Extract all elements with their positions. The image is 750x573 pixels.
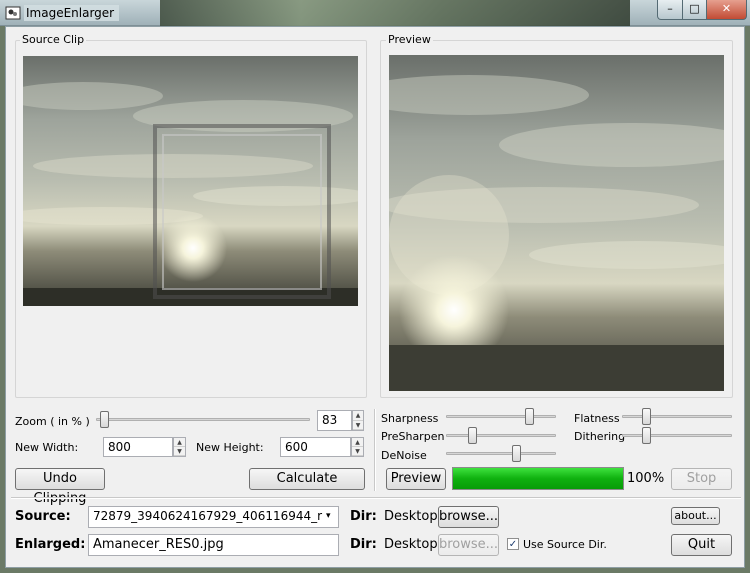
presharpen-slider-thumb[interactable] [468, 427, 478, 444]
denoise-slider-thumb[interactable] [511, 445, 521, 462]
source-combobox-value: 72879_3940624167929_406116944_r [93, 509, 323, 523]
maximize-icon: □ [689, 2, 700, 15]
source-dir-label: Dir: [350, 509, 377, 524]
spin-up-icon[interactable]: ▲ [174, 438, 185, 447]
minimize-button[interactable]: – [657, 0, 683, 20]
zoom-slider-track[interactable] [96, 418, 310, 421]
horizontal-separator [11, 497, 741, 499]
maximize-button[interactable]: □ [682, 0, 707, 20]
desktop-background-strip [160, 0, 630, 26]
progress-bar [452, 467, 624, 490]
progress-percent: 100% [627, 471, 665, 486]
new-width-spin-arrows[interactable]: ▲ ▼ [173, 437, 186, 457]
undo-clipping-button[interactable]: Undo Clipping [15, 468, 105, 506]
preview-image [389, 55, 724, 391]
enlarged-label: Enlarged: [15, 537, 86, 552]
zoom-spin-arrows[interactable]: ▲ ▼ [352, 410, 364, 431]
quit-button[interactable]: Quit [671, 534, 732, 556]
sharpness-slider-track[interactable] [446, 415, 556, 418]
spin-down-icon[interactable]: ▼ [352, 447, 363, 456]
presharpen-label: PreSharpen [381, 430, 445, 443]
preview-label: Preview [386, 33, 433, 46]
window-title: ImageEnlarger [24, 5, 120, 21]
new-width-label: New Width: [15, 441, 79, 454]
minimize-icon: – [667, 2, 673, 15]
dithering-label: Dithering [574, 430, 626, 443]
spin-down-icon[interactable]: ▼ [353, 421, 363, 430]
source-dir-value: Desktop [384, 509, 438, 524]
flatness-slider-thumb[interactable] [642, 408, 652, 425]
sharpness-label: Sharpness [381, 412, 439, 425]
new-height-spin-arrows[interactable]: ▲ ▼ [351, 437, 364, 457]
browse-source-button[interactable]: browse... [438, 506, 499, 528]
use-source-dir-label: Use Source Dir. [523, 538, 607, 551]
spin-up-icon[interactable]: ▲ [352, 438, 363, 447]
progress-bar-fill [453, 468, 623, 489]
checkbox-check-icon: ✓ [508, 539, 518, 550]
denoise-label: DeNoise [381, 449, 427, 462]
dithering-slider-track[interactable] [622, 434, 732, 437]
zoom-label: Zoom ( in % ) [15, 415, 90, 428]
calculate-button[interactable]: Calculate [249, 468, 365, 490]
spin-down-icon[interactable]: ▼ [174, 447, 185, 456]
enlarged-filename-input[interactable]: Amanecer_RES0.jpg [88, 534, 339, 556]
close-button[interactable]: ✕ [706, 0, 747, 20]
enlarged-dir-label: Dir: [350, 537, 377, 552]
vertical-divider [374, 409, 376, 491]
sharpness-slider-thumb[interactable] [524, 408, 534, 425]
presharpen-slider-track[interactable] [446, 434, 556, 437]
app-icon [5, 5, 21, 21]
new-height-label: New Height: [196, 441, 264, 454]
dithering-slider-thumb[interactable] [642, 427, 652, 444]
close-icon: ✕ [721, 2, 732, 15]
new-width-input[interactable]: 800 [103, 437, 173, 457]
preview-button[interactable]: Preview [386, 468, 446, 490]
browse-enlarged-button[interactable]: browse... [438, 534, 499, 556]
use-source-dir-checkbox[interactable]: ✓ [507, 538, 519, 550]
enlarged-dir-value: Desktop [384, 537, 438, 552]
flatness-slider-track[interactable] [622, 415, 732, 418]
about-button[interactable]: about... [671, 507, 720, 525]
source-clip-label: Source Clip [20, 33, 87, 46]
dropdown-arrow-icon[interactable]: ▾ [326, 511, 331, 521]
stop-button[interactable]: Stop [671, 468, 732, 490]
clip-selection-frame[interactable] [153, 124, 331, 299]
denoise-slider-track[interactable] [446, 452, 556, 455]
source-combobox[interactable]: 72879_3940624167929_406116944_r [88, 506, 339, 528]
clip-selection-inner [162, 134, 322, 290]
source-label: Source: [15, 509, 71, 524]
flatness-label: Flatness [574, 412, 620, 425]
zoom-slider-thumb[interactable] [100, 411, 110, 428]
new-height-input[interactable]: 600 [280, 437, 351, 457]
spin-up-icon[interactable]: ▲ [353, 411, 363, 421]
zoom-spinbox[interactable]: 83 [317, 410, 352, 431]
